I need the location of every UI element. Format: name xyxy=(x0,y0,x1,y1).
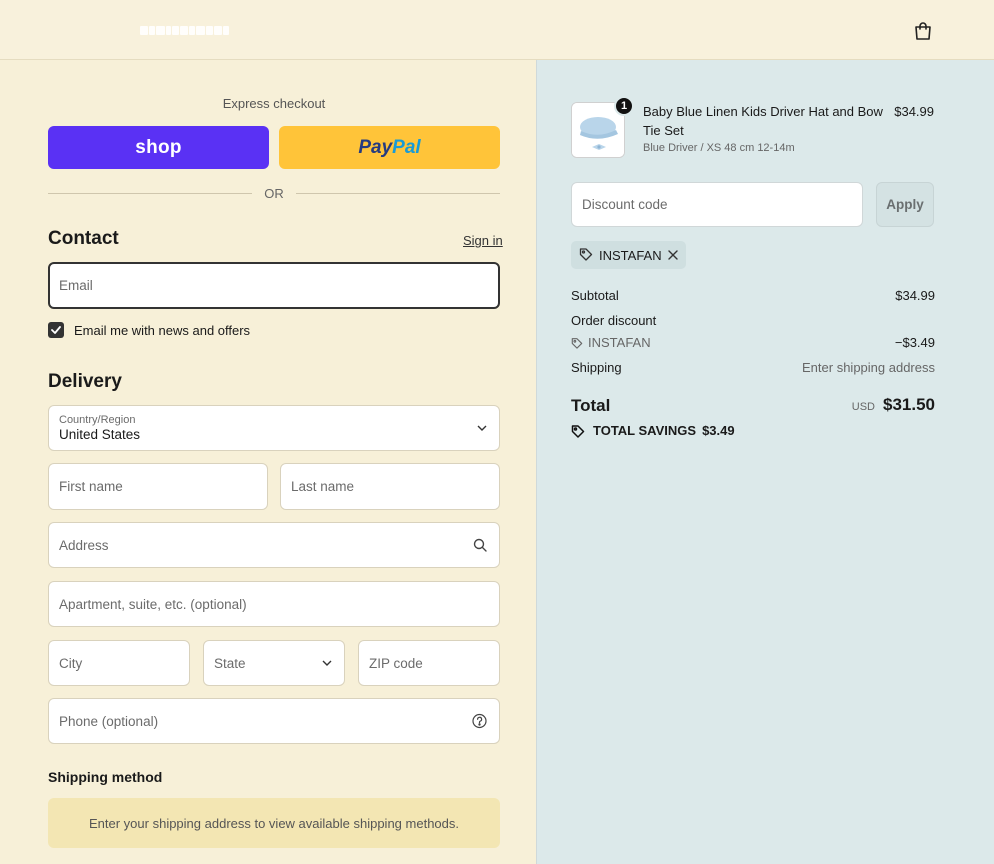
state-placeholder: State xyxy=(214,655,246,671)
chevron-down-icon xyxy=(322,660,332,666)
shop-pay-label: shop xyxy=(135,136,182,158)
or-divider: OR xyxy=(48,184,500,202)
subtotal-value: $34.99 xyxy=(895,288,935,303)
shipping-method-notice: Enter your shipping address to view avai… xyxy=(48,798,500,848)
total-savings: TOTAL SAVINGS $3.49 xyxy=(571,423,735,438)
header xyxy=(0,0,994,60)
discount-code-row: INSTAFAN −$3.49 xyxy=(571,335,935,350)
or-label: OR xyxy=(264,185,284,201)
discount-code-field[interactable]: Discount code xyxy=(571,182,863,227)
subtotal-row: Subtotal $34.99 xyxy=(571,288,935,303)
express-checkout-label: Express checkout xyxy=(222,96,326,111)
first-name-placeholder: First name xyxy=(59,479,123,494)
last-name-placeholder: Last name xyxy=(291,479,355,494)
discount-code-label: INSTAFAN xyxy=(588,335,651,350)
first-name-field[interactable]: First name xyxy=(48,463,268,510)
paypal-button[interactable]: Pay Pal xyxy=(279,126,500,169)
discount-value: −$3.49 xyxy=(894,335,935,350)
sign-in-link[interactable]: Sign in xyxy=(463,233,503,248)
discount-placeholder: Discount code xyxy=(582,197,668,212)
order-discount-row: Order discount xyxy=(571,313,935,328)
shopping-bag-icon[interactable] xyxy=(912,20,934,42)
savings-label: TOTAL SAVINGS xyxy=(593,423,697,438)
newsletter-checkbox[interactable] xyxy=(48,322,64,338)
newsletter-label: Email me with news and offers xyxy=(74,322,251,338)
tag-icon xyxy=(571,337,583,349)
checkout-form-panel: Express checkout shop Pay Pal OR Contact … xyxy=(0,60,536,864)
delivery-heading: Delivery xyxy=(48,371,122,392)
address-field[interactable]: Address xyxy=(48,522,500,568)
shipping-label: Shipping xyxy=(571,360,622,375)
search-icon xyxy=(473,538,487,552)
paypal-label-part1: Pay xyxy=(358,136,393,158)
total-row: Total USD $31.50 xyxy=(571,395,935,416)
zip-field[interactable]: ZIP code xyxy=(358,640,500,686)
city-field[interactable]: City xyxy=(48,640,190,686)
product-price: $34.99 xyxy=(894,104,934,119)
last-name-field[interactable]: Last name xyxy=(280,463,500,510)
chevron-down-icon xyxy=(477,425,487,431)
applied-code-label: INSTAFAN xyxy=(599,247,662,263)
apply-discount-button[interactable]: Apply xyxy=(876,182,934,227)
phone-field[interactable]: Phone (optional) xyxy=(48,698,500,744)
store-logo[interactable] xyxy=(140,24,234,36)
savings-value: $3.49 xyxy=(702,423,735,438)
tag-icon xyxy=(579,247,593,264)
product-variant: Blue Driver / XS 48 cm 12-14m xyxy=(643,142,795,154)
quantity-badge: 1 xyxy=(614,96,634,116)
shop-pay-button[interactable]: shop xyxy=(48,126,269,169)
apartment-field[interactable]: Apartment, suite, etc. (optional) xyxy=(48,581,500,627)
shipping-row: Shipping Enter shipping address xyxy=(571,360,935,375)
country-label: Country/Region xyxy=(59,414,136,426)
contact-heading: Contact xyxy=(48,228,119,249)
product-name: Baby Blue Linen Kids Driver Hat and Bow … xyxy=(643,104,883,138)
order-summary-panel: 1 Baby Blue Linen Kids Driver Hat and Bo… xyxy=(536,60,994,864)
zip-placeholder: ZIP code xyxy=(369,655,423,671)
order-discount-label: Order discount xyxy=(571,313,657,328)
newsletter-option: Email me with news and offers xyxy=(48,322,250,338)
paypal-label-part2: Pal xyxy=(392,136,421,158)
close-icon[interactable] xyxy=(667,250,678,260)
city-placeholder: City xyxy=(59,655,83,671)
tag-icon xyxy=(571,424,587,438)
address-placeholder: Address xyxy=(59,537,109,553)
email-field[interactable]: Email xyxy=(48,262,500,309)
country-value: United States xyxy=(59,427,141,442)
apartment-placeholder: Apartment, suite, etc. (optional) xyxy=(59,596,247,612)
state-select[interactable]: State xyxy=(203,640,345,686)
shipping-notice-text: Enter your shipping address to view avai… xyxy=(89,815,459,831)
total-value: $31.50 xyxy=(883,395,935,414)
subtotal-label: Subtotal xyxy=(571,288,619,303)
help-icon[interactable] xyxy=(472,713,487,729)
applied-discount-chip: INSTAFAN xyxy=(571,241,686,269)
shipping-value: Enter shipping address xyxy=(802,360,935,375)
email-placeholder: Email xyxy=(59,278,93,293)
shipping-method-heading: Shipping method xyxy=(48,769,163,785)
country-select[interactable]: Country/Region United States xyxy=(48,405,500,451)
total-label: Total xyxy=(571,396,611,415)
phone-placeholder: Phone (optional) xyxy=(59,713,159,729)
total-currency: USD xyxy=(851,401,875,413)
